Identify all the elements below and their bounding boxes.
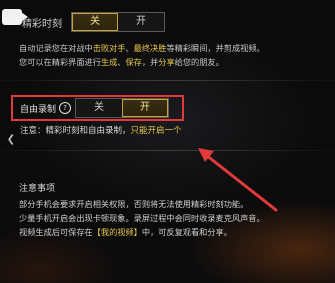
annotation-arrow-icon <box>198 148 278 212</box>
